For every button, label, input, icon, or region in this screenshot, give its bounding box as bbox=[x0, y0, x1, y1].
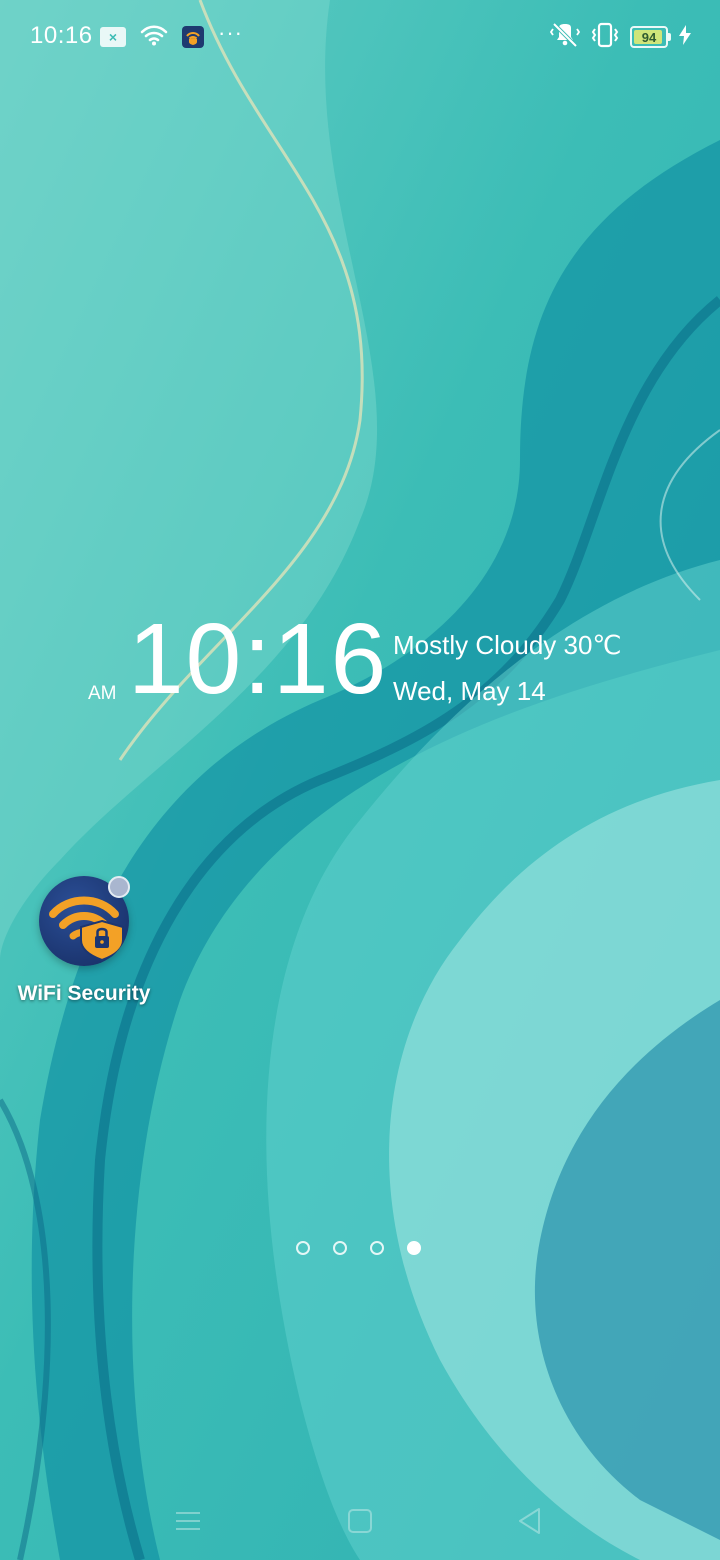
menu-button[interactable] bbox=[163, 1496, 213, 1546]
home-icon bbox=[348, 1509, 372, 1533]
wallpaper bbox=[0, 0, 720, 1560]
page-dot-4 bbox=[407, 1241, 421, 1255]
navigation-bar bbox=[0, 1480, 720, 1560]
notification-icons: × ··· bbox=[100, 22, 243, 52]
clock-time[interactable]: 10:16 bbox=[128, 604, 388, 714]
status-time: 10:16 bbox=[30, 22, 93, 49]
page-dot-1 bbox=[296, 1241, 310, 1255]
page-dot-2 bbox=[333, 1241, 347, 1255]
battery-level: 94 bbox=[641, 29, 657, 45]
app-label: WiFi Security bbox=[17, 982, 151, 1005]
weather-text[interactable]: Mostly Cloudy 30℃ bbox=[393, 630, 622, 661]
back-button[interactable] bbox=[505, 1496, 555, 1546]
notification-x-icon: × bbox=[100, 27, 126, 47]
date-text[interactable]: Wed, May 14 bbox=[393, 676, 546, 707]
back-icon bbox=[519, 1508, 540, 1534]
notification-badge bbox=[108, 876, 130, 898]
wifi-icon bbox=[140, 24, 168, 51]
app-wifi-security[interactable]: WiFi Security bbox=[14, 870, 154, 1010]
more-notifications-icon: ··· bbox=[218, 20, 243, 45]
home-button[interactable] bbox=[335, 1496, 385, 1546]
system-status-icons: 94 bbox=[549, 22, 692, 53]
page-indicator bbox=[296, 1241, 421, 1255]
clock-ampm: AM bbox=[88, 683, 117, 704]
page-dot-3 bbox=[370, 1241, 384, 1255]
charging-icon bbox=[678, 24, 692, 50]
battery-icon: 94 bbox=[630, 26, 671, 48]
vibrate-icon bbox=[590, 22, 620, 53]
menu-icon bbox=[176, 1512, 200, 1530]
vibrate-off-icon bbox=[549, 22, 581, 53]
wifi-security-app-icon bbox=[182, 26, 204, 48]
status-bar: 10:16 × ··· 94 bbox=[0, 0, 720, 72]
clock-weather-widget[interactable]: AM 10:16 Mostly Cloudy 30℃ Wed, May 14 bbox=[86, 604, 686, 722]
